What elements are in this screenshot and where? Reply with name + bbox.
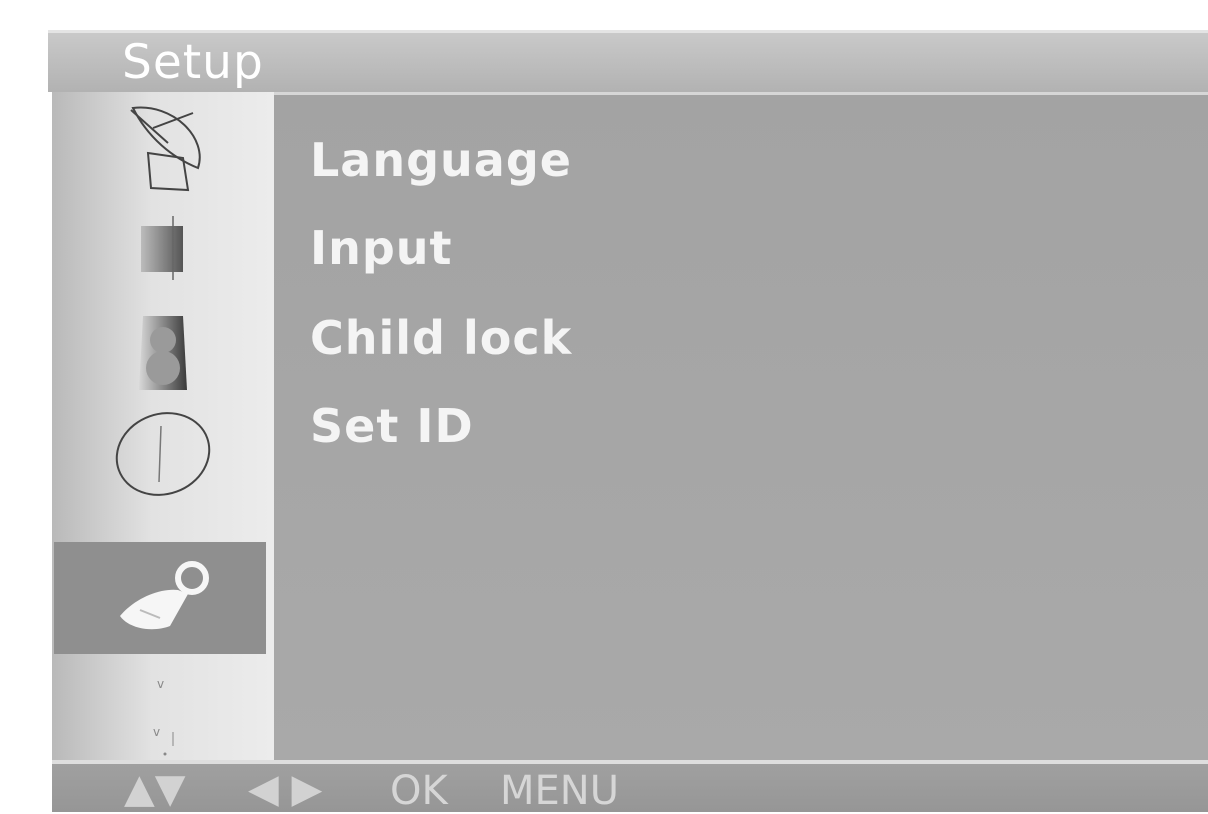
- speaker-icon: [139, 316, 187, 390]
- page-title: Setup: [122, 35, 264, 90]
- menu-item-child-lock[interactable]: Child lock: [310, 311, 572, 365]
- navigation-hint-bar: ▲▼ ◀ ▶ OK MENU: [52, 760, 1208, 814]
- setup-osd-window: Setup v v Language Input Child lock Set …: [48, 30, 1208, 814]
- up-down-arrows-icon: ▲▼: [124, 766, 186, 812]
- clock-icon: [115, 412, 211, 496]
- sidebar-item-station[interactable]: [52, 92, 274, 204]
- more-icon: v v: [153, 677, 174, 756]
- svg-text:v: v: [153, 725, 160, 739]
- sidebar-item-setup[interactable]: [54, 542, 266, 654]
- svg-text:v: v: [157, 677, 164, 691]
- sidebar-item-time[interactable]: [52, 398, 274, 510]
- category-sidebar: v v: [52, 92, 274, 760]
- sidebar-item-audio[interactable]: [52, 296, 274, 408]
- setup-menu-panel: Language Input Child lock Set ID: [274, 92, 1208, 760]
- menu-item-set-id[interactable]: Set ID: [310, 399, 474, 453]
- menu-item-language[interactable]: Language: [310, 133, 572, 187]
- wrench-icon: [120, 561, 209, 630]
- ok-label: OK: [390, 768, 448, 814]
- sidebar-item-more[interactable]: v v: [52, 656, 274, 768]
- title-bar: Setup: [48, 30, 1208, 92]
- satellite-dish-icon: [130, 106, 201, 192]
- menu-item-input[interactable]: Input: [310, 221, 453, 275]
- menu-label: MENU: [500, 768, 619, 814]
- picture-icon: [141, 216, 183, 280]
- sidebar-item-picture[interactable]: [52, 192, 274, 304]
- left-right-arrows-icon: ◀ ▶: [248, 766, 323, 812]
